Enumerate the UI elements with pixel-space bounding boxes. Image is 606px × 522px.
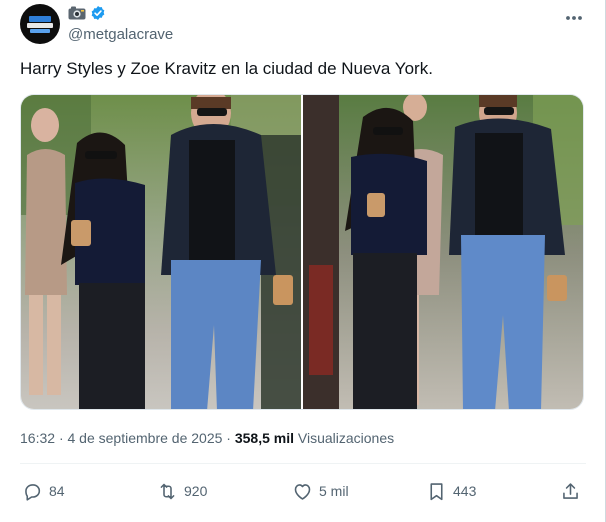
photo-right[interactable] bbox=[303, 95, 583, 409]
author-handle[interactable]: @metgalacrave bbox=[68, 26, 173, 43]
tweet-time[interactable]: 16:32 bbox=[20, 430, 55, 446]
more-options-icon[interactable] bbox=[564, 10, 584, 26]
street-photo-right bbox=[303, 95, 583, 409]
reply-icon bbox=[25, 483, 41, 501]
separator: · bbox=[58, 430, 64, 446]
views-count: 358,5 mil bbox=[234, 430, 294, 446]
repost-count: 920 bbox=[184, 483, 208, 499]
tweet-timestamp[interactable]: 16:32 · 4 de septiembre de 2025 · 358,5 … bbox=[20, 430, 394, 446]
avatar-logo-part bbox=[29, 16, 51, 22]
repost-button[interactable]: 920 bbox=[157, 478, 207, 504]
reply-button[interactable]: 84 bbox=[22, 478, 65, 504]
repost-icon bbox=[160, 483, 175, 499]
like-button[interactable]: 5 mil bbox=[292, 478, 349, 504]
divider bbox=[20, 463, 586, 464]
tweet-date[interactable]: 4 de septiembre de 2025 bbox=[68, 430, 223, 446]
tweet-header: @metgalacrave bbox=[20, 4, 586, 48]
avatar[interactable] bbox=[20, 4, 60, 44]
bookmark-count: 443 bbox=[453, 483, 477, 499]
avatar-logo-part bbox=[30, 29, 50, 33]
heart-icon bbox=[294, 483, 311, 500]
street-photo-left bbox=[21, 95, 301, 409]
display-name[interactable] bbox=[68, 5, 106, 21]
like-count: 5 mil bbox=[319, 483, 349, 499]
photo-left[interactable] bbox=[21, 95, 301, 409]
share-icon bbox=[563, 482, 578, 499]
verified-badge-icon bbox=[91, 6, 105, 20]
tweet-text: Harry Styles y Zoe Kravitz en la ciudad … bbox=[20, 59, 433, 78]
share-button[interactable] bbox=[560, 478, 581, 504]
reply-count: 84 bbox=[49, 483, 65, 499]
views-label: Visualizaciones bbox=[297, 430, 395, 446]
avatar-logo-part bbox=[27, 23, 53, 28]
bookmark-icon bbox=[430, 482, 443, 500]
tweet-media[interactable] bbox=[20, 94, 584, 410]
separator: · bbox=[226, 430, 231, 446]
tweet-actions: 84 920 5 mil 443 bbox=[20, 478, 586, 504]
camera-emoji-icon bbox=[68, 6, 86, 20]
bookmark-button[interactable]: 443 bbox=[426, 478, 476, 504]
